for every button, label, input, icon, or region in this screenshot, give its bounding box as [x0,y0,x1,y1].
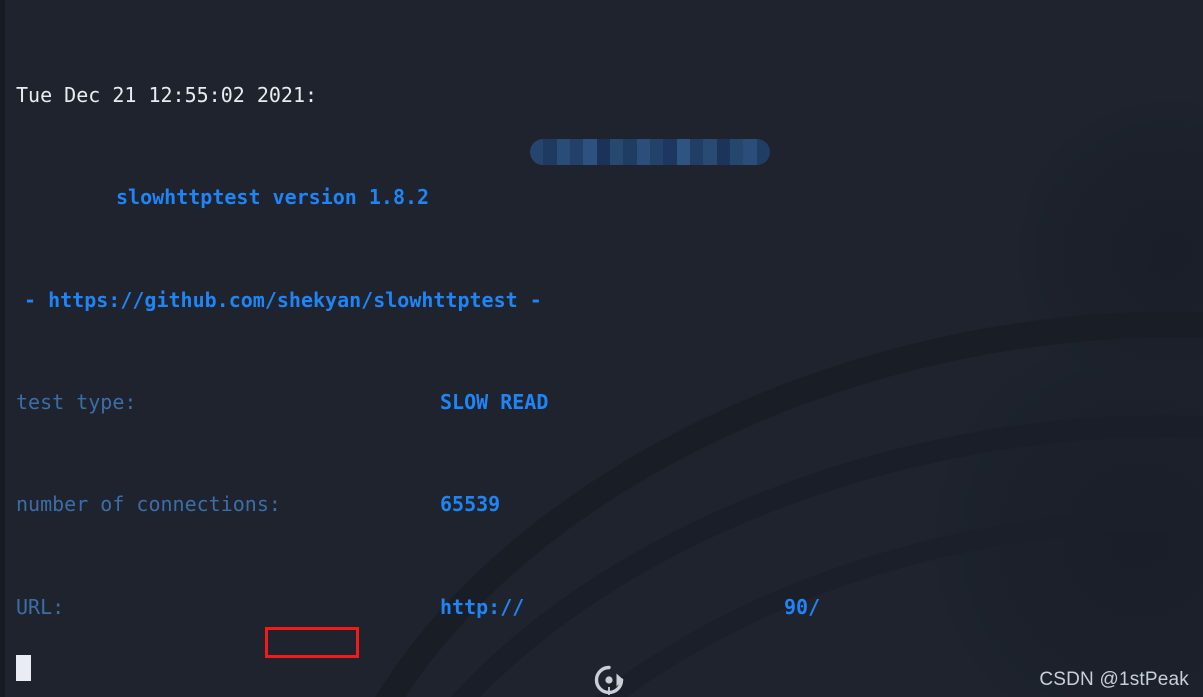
config-label: number of connections: [16,492,281,517]
config-value: SLOW READ [440,389,549,414]
config-row-number-of-connections: number of connections: 65539 [16,492,1203,518]
config-label: test type: [16,389,137,414]
annotation-rectangle [265,627,359,658]
header-timestamp: Tue Dec 21 12:55:02 2021: [16,82,318,107]
block-cursor [16,655,31,681]
terminal-output[interactable]: Tue Dec 21 12:55:02 2021: slowhttptest v… [0,0,1203,697]
config-row-url: URL: http:// 90/ [16,595,1203,621]
url-port-suffix: 90/ [784,594,821,619]
config-label: URL: [16,594,65,619]
url-redaction-block [530,139,770,165]
refresh-icon[interactable] [592,663,626,697]
csdn-watermark: CSDN @1stPeak [1039,669,1189,690]
project-url-line: - https://github.com/shekyan/slowhttptes… [24,287,542,312]
terminal-window: Tue Dec 21 12:55:02 2021: slowhttptest v… [0,0,1203,697]
config-row-test-type: test type: SLOW READ [16,390,1203,416]
config-value: 65539 [440,492,501,517]
version-line: slowhttptest version 1.8.2 [116,185,430,210]
url-scheme: http:// [440,594,525,619]
